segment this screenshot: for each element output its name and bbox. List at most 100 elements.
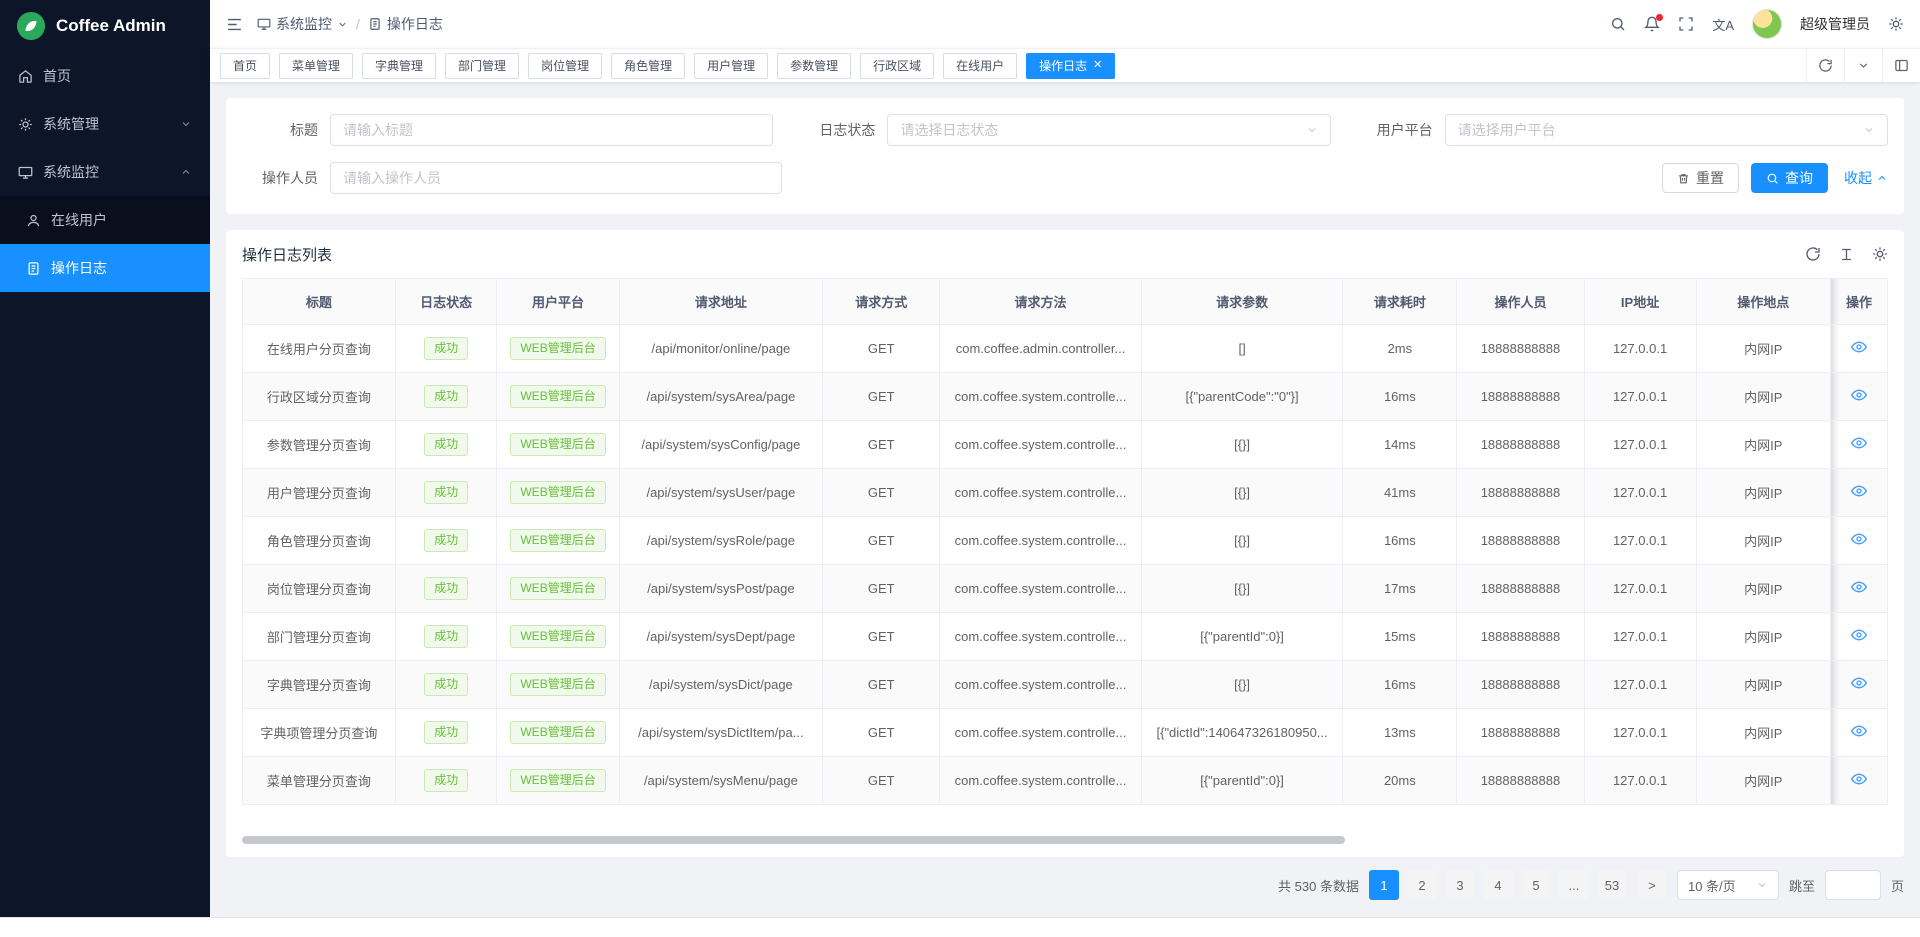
cell-status: 成功 xyxy=(395,661,497,709)
sidebar-item-label: 系统管理 xyxy=(43,114,170,134)
cell-action xyxy=(1830,469,1887,517)
view-detail-eye-icon[interactable] xyxy=(1851,723,1867,739)
breadcrumb-separator: / xyxy=(356,16,360,32)
cell-platform: WEB管理后台 xyxy=(497,373,619,421)
page-button[interactable]: 4 xyxy=(1483,870,1513,900)
tab-item[interactable]: 首页 xyxy=(220,53,270,79)
breadcrumb-item-operation-log[interactable]: 操作日志 xyxy=(368,14,443,34)
log-status-placeholder: 请选择日志状态 xyxy=(900,120,998,140)
cell-params: [{"dictId":140647326180950... xyxy=(1141,709,1343,757)
tab-item[interactable]: 用户管理 xyxy=(694,53,768,79)
density-icon[interactable] xyxy=(1839,247,1854,262)
tab-item[interactable]: 部门管理 xyxy=(445,53,519,79)
page-size-select[interactable]: 10 条/页 xyxy=(1677,870,1779,900)
tab-item[interactable]: 行政区域 xyxy=(860,53,934,79)
tab-close-icon[interactable]: ✕ xyxy=(1093,60,1102,71)
page-more-button[interactable]: ... xyxy=(1559,870,1589,900)
panel-title: 操作日志列表 xyxy=(242,244,332,265)
user-avatar[interactable] xyxy=(1752,9,1782,39)
page-button[interactable]: 2 xyxy=(1407,870,1437,900)
page-button[interactable]: 53 xyxy=(1597,870,1627,900)
operator-input[interactable] xyxy=(330,162,782,194)
scrollbar-thumb[interactable] xyxy=(242,836,1345,844)
page-button[interactable]: 5 xyxy=(1521,870,1551,900)
cell-ip: 127.0.0.1 xyxy=(1584,469,1696,517)
view-detail-eye-icon[interactable] xyxy=(1851,579,1867,595)
cell-ip: 127.0.0.1 xyxy=(1584,709,1696,757)
log-status-select[interactable]: 请选择日志状态 xyxy=(887,114,1330,146)
sidebar-item-system-monitor[interactable]: 系统监控 xyxy=(0,148,210,196)
column-header: 日志状态 xyxy=(395,279,497,325)
app-title: Coffee Admin xyxy=(56,16,166,36)
collapse-link[interactable]: 收起 xyxy=(1844,168,1888,188)
layout-icon[interactable] xyxy=(1882,49,1920,82)
cell-url: /api/system/sysUser/page xyxy=(619,469,823,517)
chevron-down-icon xyxy=(337,19,348,30)
fullscreen-icon[interactable] xyxy=(1678,16,1694,32)
cell-action xyxy=(1830,517,1887,565)
cell-ip: 127.0.0.1 xyxy=(1584,373,1696,421)
breadcrumb-item-monitor[interactable]: 系统监控 xyxy=(257,14,348,34)
column-header: 操作人员 xyxy=(1457,279,1584,325)
query-button[interactable]: 查询 xyxy=(1751,163,1828,193)
cell-url: /api/system/sysMenu/page xyxy=(619,757,823,805)
tab-label: 操作日志 xyxy=(1039,57,1087,74)
query-label: 查询 xyxy=(1785,168,1813,188)
logo[interactable]: Coffee Admin xyxy=(0,0,210,52)
translate-icon[interactable]: 文A xyxy=(1712,15,1734,34)
view-detail-eye-icon[interactable] xyxy=(1851,627,1867,643)
cell-method: GET xyxy=(823,709,940,757)
sidebar-fold-icon[interactable] xyxy=(226,16,243,33)
title-input[interactable] xyxy=(330,114,773,146)
chevron-down-icon[interactable] xyxy=(1844,49,1882,82)
view-detail-eye-icon[interactable] xyxy=(1851,675,1867,691)
sidebar-item-label: 在线用户 xyxy=(51,210,192,230)
filter-field-platform: 用户平台 请选择用户平台 xyxy=(1357,114,1888,146)
page-button[interactable]: 3 xyxy=(1445,870,1475,900)
log-icon xyxy=(368,17,382,31)
cell-method: GET xyxy=(823,613,940,661)
jump-page-input[interactable] xyxy=(1825,870,1881,900)
tab-item[interactable]: 角色管理 xyxy=(611,53,685,79)
tab-item[interactable]: 岗位管理 xyxy=(528,53,602,79)
tab-item[interactable]: 操作日志 ✕ xyxy=(1026,53,1115,79)
next-page-button[interactable]: > xyxy=(1637,870,1667,900)
refresh-icon[interactable] xyxy=(1805,246,1821,262)
column-settings-icon[interactable] xyxy=(1872,246,1888,262)
tab-item[interactable]: 参数管理 xyxy=(777,53,851,79)
tab-item[interactable]: 菜单管理 xyxy=(279,53,353,79)
cell-status: 成功 xyxy=(395,565,497,613)
tab-bar: 首页菜单管理字典管理部门管理岗位管理角色管理用户管理参数管理行政区域在线用户操作… xyxy=(210,48,1920,82)
user-icon xyxy=(26,213,41,228)
view-detail-eye-icon[interactable] xyxy=(1851,771,1867,787)
username[interactable]: 超级管理员 xyxy=(1800,14,1870,34)
user-platform-select[interactable]: 请选择用户平台 xyxy=(1445,114,1888,146)
view-detail-eye-icon[interactable] xyxy=(1851,531,1867,547)
page-horizontal-scrollbar[interactable] xyxy=(0,917,1920,937)
page-button[interactable]: 1 xyxy=(1369,870,1399,900)
cell-status: 成功 xyxy=(395,709,497,757)
sidebar-item-system-management[interactable]: 系统管理 xyxy=(0,100,210,148)
cell-ip: 127.0.0.1 xyxy=(1584,613,1696,661)
chevron-up-icon xyxy=(180,166,192,178)
column-header: 请求耗时 xyxy=(1343,279,1457,325)
cell-ip: 127.0.0.1 xyxy=(1584,565,1696,613)
bell-icon[interactable] xyxy=(1644,16,1660,32)
view-detail-eye-icon[interactable] xyxy=(1851,339,1867,355)
reset-button[interactable]: 重置 xyxy=(1662,163,1739,193)
tab-item[interactable]: 在线用户 xyxy=(943,53,1017,79)
refresh-icon[interactable] xyxy=(1806,49,1844,82)
settings-icon[interactable] xyxy=(1888,16,1904,32)
chevron-up-icon xyxy=(1876,172,1888,184)
cell-status: 成功 xyxy=(395,613,497,661)
search-icon[interactable] xyxy=(1610,16,1626,32)
table-row: 在线用户分页查询成功WEB管理后台/api/monitor/online/pag… xyxy=(243,325,1888,373)
view-detail-eye-icon[interactable] xyxy=(1851,435,1867,451)
sidebar-item-operation-log[interactable]: 操作日志 xyxy=(0,244,210,292)
tab-item[interactable]: 字典管理 xyxy=(362,53,436,79)
cell-ip: 127.0.0.1 xyxy=(1584,661,1696,709)
view-detail-eye-icon[interactable] xyxy=(1851,387,1867,403)
sidebar-item-home[interactable]: 首页 xyxy=(0,52,210,100)
sidebar-item-online-users[interactable]: 在线用户 xyxy=(0,196,210,244)
view-detail-eye-icon[interactable] xyxy=(1851,483,1867,499)
